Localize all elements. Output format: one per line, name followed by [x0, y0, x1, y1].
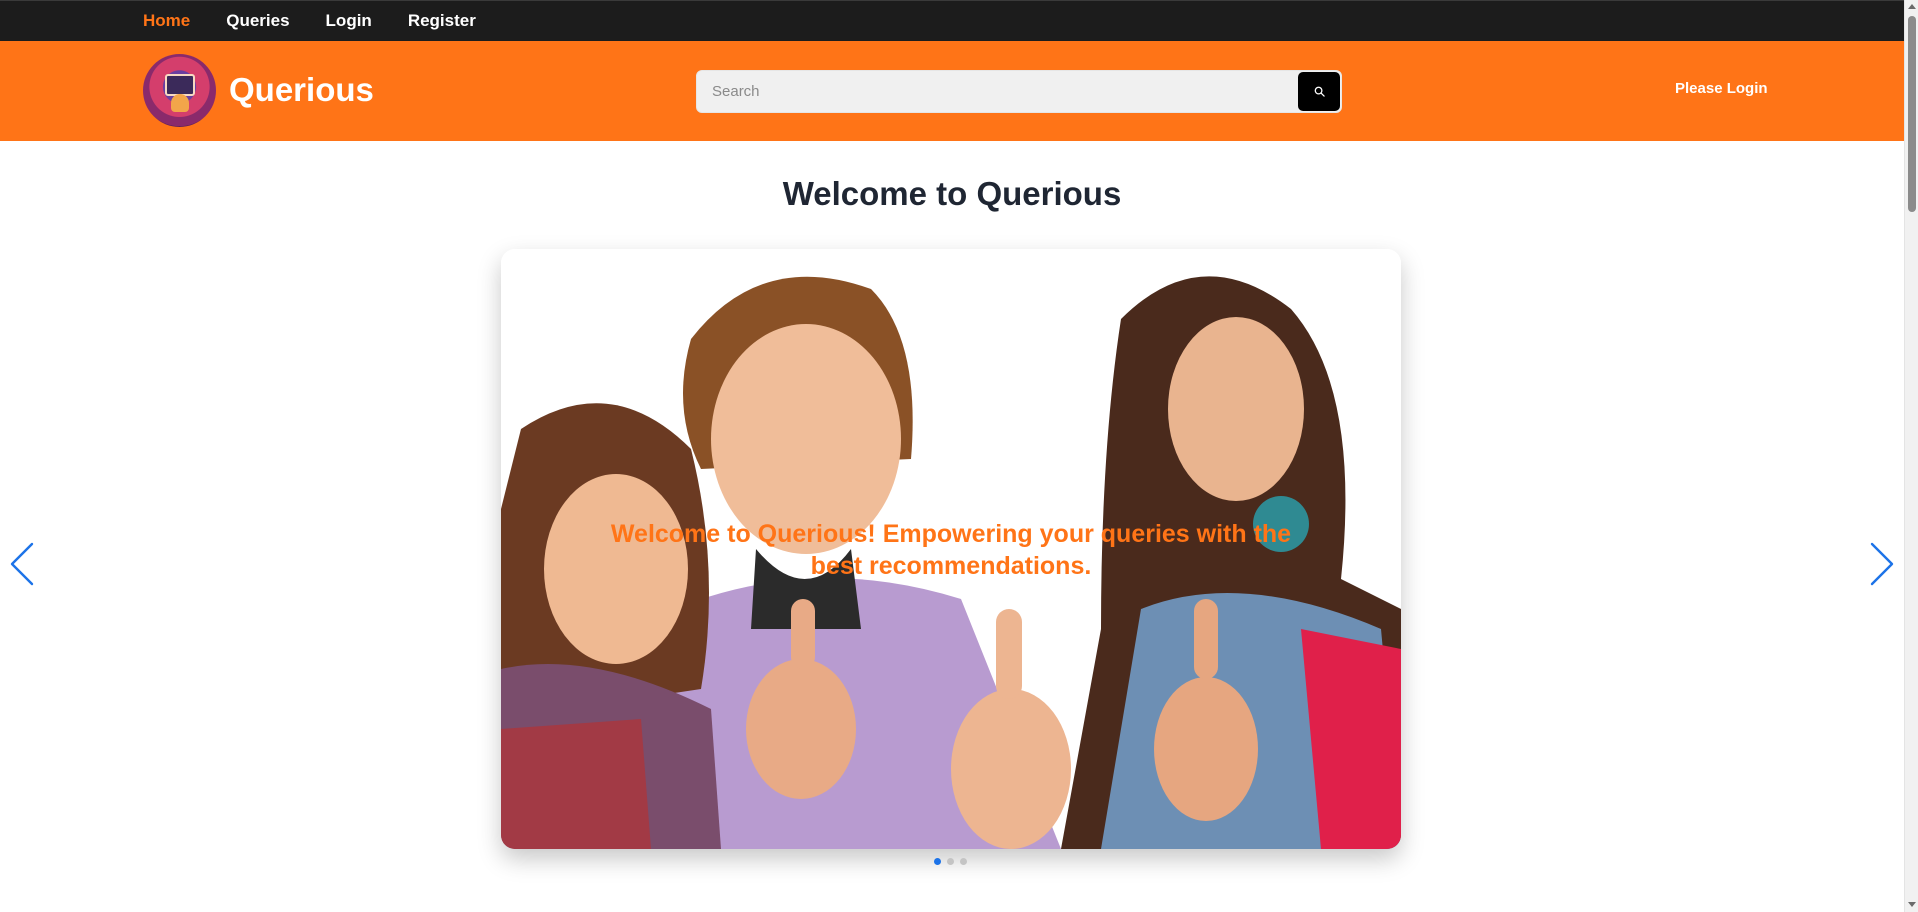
scroll-thumb[interactable] [1908, 16, 1916, 212]
site-header: Querious Please Login [0, 41, 1904, 141]
top-nav: Home Queries Login Register [0, 0, 1904, 41]
search-input[interactable] [697, 71, 1287, 112]
hero-carousel: Welcome to Querious! Empowering your que… [501, 249, 1401, 849]
nav-item-queries[interactable]: Queries [226, 11, 289, 31]
carousel-next-button[interactable] [1866, 540, 1898, 588]
please-login-link[interactable]: Please Login [1675, 80, 1768, 97]
logo-laptop-shape [165, 74, 195, 96]
carousel-dot-1[interactable] [934, 858, 941, 865]
search-button[interactable] [1298, 72, 1340, 111]
brand-name[interactable]: Querious [229, 71, 374, 109]
search-icon [1314, 86, 1325, 97]
carousel-pagination [934, 858, 967, 865]
nav-item-home[interactable]: Home [143, 11, 190, 31]
slide-caption: Welcome to Querious! Empowering your que… [610, 520, 1292, 580]
page-scrollbar[interactable] [1904, 0, 1918, 912]
nav-item-login[interactable]: Login [326, 11, 372, 31]
scroll-up-arrow-icon[interactable] [1908, 4, 1916, 9]
scroll-down-arrow-icon[interactable] [1908, 902, 1916, 907]
chevron-left-icon [10, 542, 34, 586]
nav-item-register[interactable]: Register [408, 11, 476, 31]
carousel-dot-3[interactable] [960, 858, 967, 865]
chevron-right-icon [1870, 542, 1894, 586]
page-title: Welcome to Querious [782, 175, 1122, 212]
search-bar [696, 70, 1342, 113]
carousel-prev-button[interactable] [6, 540, 38, 588]
carousel-dot-2[interactable] [947, 858, 954, 865]
site-logo[interactable] [143, 54, 216, 127]
logo-person-shape [171, 94, 189, 112]
